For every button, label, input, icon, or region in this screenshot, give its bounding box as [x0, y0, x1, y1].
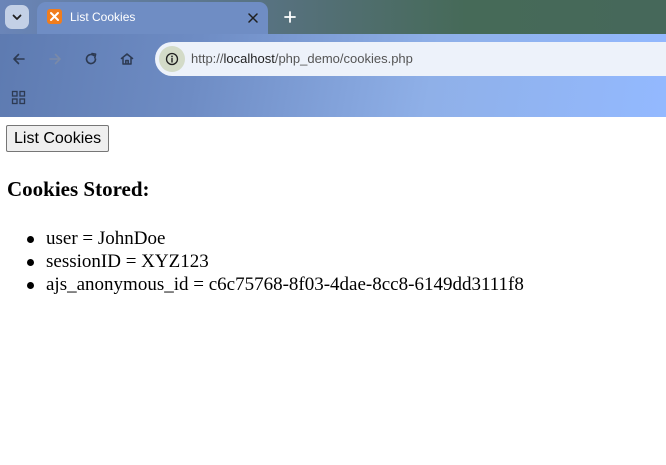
tab-search-button[interactable]	[5, 5, 29, 29]
reload-button[interactable]	[78, 46, 104, 72]
tab-close-button[interactable]	[243, 8, 263, 28]
apps-grid-icon	[11, 90, 25, 104]
home-button[interactable]	[114, 46, 140, 72]
arrow-left-icon	[13, 53, 25, 65]
url-text: http://localhost/php_demo/cookies.php	[191, 51, 413, 66]
tab-list-cookies[interactable]: List Cookies	[37, 2, 268, 34]
bullet-icon	[27, 236, 34, 243]
reload-icon	[85, 52, 97, 65]
bullet-icon	[27, 282, 34, 289]
forward-button[interactable]	[42, 46, 68, 72]
list-item: sessionID = XYZ123	[8, 250, 524, 273]
list-cookies-button[interactable]: List Cookies	[6, 125, 110, 152]
home-icon	[120, 53, 134, 65]
cookie-entry: sessionID = XYZ123	[46, 251, 209, 272]
tab-strip: List Cookies	[0, 0, 666, 34]
url-host: localhost	[223, 51, 275, 66]
cookie-entry: user = JohnDoe	[46, 228, 166, 249]
address-bar[interactable]: http://localhost/php_demo/cookies.php	[155, 42, 666, 76]
page-content: List Cookies Cookies Stored: user = John…	[0, 117, 666, 465]
site-info-button[interactable]	[159, 46, 185, 72]
apps-button[interactable]	[9, 88, 27, 106]
url-path: /php_demo/cookies.php	[274, 51, 413, 66]
navigation-toolbar: http://localhost/php_demo/cookies.php	[0, 34, 666, 84]
chevron-down-icon	[12, 14, 22, 20]
arrow-right-icon	[49, 53, 61, 65]
bookmarks-bar	[0, 84, 666, 117]
list-item: user = JohnDoe	[8, 227, 524, 250]
bullet-icon	[27, 259, 34, 266]
info-icon	[165, 52, 179, 66]
new-tab-button[interactable]	[278, 5, 302, 29]
back-button[interactable]	[6, 46, 32, 72]
xampp-icon	[47, 9, 62, 24]
cookie-list: user = JohnDoe sessionID = XYZ123 ajs_an…	[8, 227, 524, 296]
list-item: ajs_anonymous_id = c6c75768-8f03-4dae-8c…	[8, 273, 524, 296]
plus-icon	[284, 11, 296, 23]
cookie-entry: ajs_anonymous_id = c6c75768-8f03-4dae-8c…	[46, 274, 524, 295]
close-icon	[248, 13, 258, 23]
url-scheme: http://	[191, 51, 224, 66]
cookies-heading: Cookies Stored:	[7, 177, 150, 201]
browser-chrome: List Cookies http://localhost/php_demo/c…	[0, 0, 666, 117]
tab-title: List Cookies	[70, 10, 136, 24]
